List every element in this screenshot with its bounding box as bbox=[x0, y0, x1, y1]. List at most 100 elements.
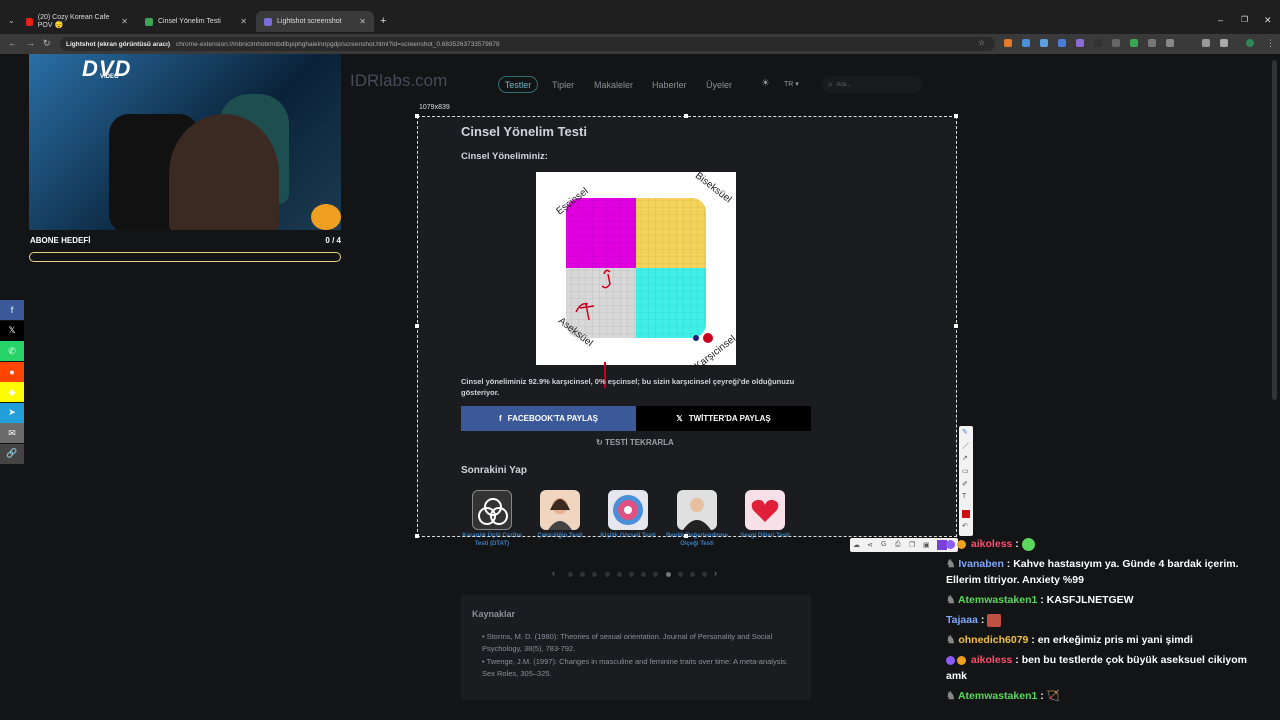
share-icon[interactable]: ⋖ bbox=[867, 541, 873, 549]
chat-username[interactable]: Atemwastaken1 bbox=[958, 594, 1037, 606]
chat-username[interactable]: aikoless bbox=[971, 538, 1012, 550]
chat-username[interactable]: Ivanaben bbox=[958, 558, 1004, 570]
maximize-button[interactable]: ❐ bbox=[1241, 15, 1248, 24]
next-test-label[interactable]: Karanlık Üçlü Cazibe Testi (DTAT) bbox=[457, 532, 527, 548]
email-icon[interactable]: ✉ bbox=[0, 423, 24, 443]
extension-icon[interactable] bbox=[1166, 39, 1174, 47]
carousel-dot[interactable] bbox=[616, 572, 622, 577]
next-test-item[interactable] bbox=[540, 490, 580, 530]
profile-avatar[interactable] bbox=[1246, 39, 1254, 47]
extension-icon[interactable] bbox=[1148, 39, 1156, 47]
facebook-icon[interactable]: f bbox=[0, 300, 24, 320]
whatsapp-icon[interactable]: ✆ bbox=[0, 341, 24, 361]
retake-test-button[interactable]: ↻ TESTİ TEKRARLA bbox=[596, 438, 674, 447]
language-select[interactable]: TR ▾ bbox=[784, 80, 799, 88]
scrollbar[interactable] bbox=[1272, 60, 1277, 400]
selection-handle[interactable] bbox=[415, 534, 419, 538]
next-test-item[interactable] bbox=[745, 490, 785, 530]
chat-username[interactable]: aikoless bbox=[971, 654, 1012, 666]
tab-search-icon[interactable]: ⌄ bbox=[8, 16, 15, 25]
next-test-item[interactable] bbox=[472, 490, 512, 530]
carousel-prev-icon[interactable]: ‹ bbox=[552, 568, 555, 578]
nav-news[interactable]: Haberler bbox=[652, 80, 687, 90]
next-test-label[interactable]: Benlik Değerlendirme Ölçeği Testi bbox=[662, 532, 732, 548]
chat-username[interactable]: Tajaaa bbox=[946, 614, 978, 626]
back-icon[interactable]: ← bbox=[8, 38, 17, 48]
print-icon[interactable]: ⎙ bbox=[895, 541, 901, 549]
rectangle-icon[interactable]: ▭ bbox=[962, 467, 969, 475]
next-test-label[interactable]: Çekiciliğin Testi bbox=[525, 532, 595, 540]
menu-icon[interactable]: ⋮ bbox=[1266, 38, 1275, 49]
carousel-dot[interactable] bbox=[604, 572, 610, 577]
selection-handle[interactable] bbox=[954, 114, 958, 118]
tab-test[interactable]: Cinsel Yönelim Testi ✕ bbox=[137, 11, 255, 32]
theme-toggle-icon[interactable]: ☀ bbox=[761, 78, 770, 89]
carousel-dot[interactable] bbox=[629, 572, 634, 577]
telegram-icon[interactable]: ➤ bbox=[0, 402, 24, 423]
upload-icon[interactable]: ☁ bbox=[853, 541, 860, 549]
extensions-puzzle-icon[interactable] bbox=[1202, 39, 1210, 47]
extension-icon[interactable] bbox=[1076, 39, 1084, 47]
twitter-share-button[interactable]: 𝕏 TWİTTER'DA PAYLAŞ bbox=[636, 406, 811, 431]
selection-handle[interactable] bbox=[684, 534, 688, 538]
close-icon[interactable]: ✕ bbox=[240, 17, 247, 26]
url-input[interactable]: Lightshot (ekran görüntüsü aracı) chrome… bbox=[60, 37, 995, 51]
arrow-icon[interactable]: ↗ bbox=[962, 454, 968, 462]
close-icon[interactable]: ✕ bbox=[359, 17, 366, 26]
extension-icon[interactable] bbox=[1112, 39, 1120, 47]
copy-icon[interactable]: ❐ bbox=[909, 541, 915, 549]
extension-icon[interactable] bbox=[1022, 39, 1030, 47]
marker-icon[interactable]: ✐ bbox=[962, 480, 968, 488]
chat-username[interactable]: Atemwastaken1 bbox=[958, 690, 1037, 702]
new-tab-button[interactable]: + bbox=[380, 15, 386, 27]
downloads-icon[interactable] bbox=[1220, 39, 1228, 47]
next-test-label[interactable]: Kişilik Görseli Testi bbox=[593, 532, 663, 540]
tab-youtube[interactable]: (20) Cozy Korean Cafe POV 😴 ✕ bbox=[18, 11, 136, 32]
line-icon[interactable]: ／ bbox=[962, 441, 969, 451]
carousel-dot[interactable] bbox=[690, 572, 695, 577]
close-window-button[interactable]: ✕ bbox=[1264, 15, 1272, 26]
facebook-share-button[interactable]: f FACEBOOK'TA PAYLAŞ bbox=[461, 406, 636, 431]
bookmark-star-icon[interactable]: ☆ bbox=[978, 38, 985, 47]
nav-tests[interactable]: Testler bbox=[498, 76, 538, 93]
tab-label: (20) Cozy Korean Cafe POV 😴 bbox=[37, 14, 110, 29]
tab-lightshot[interactable]: Lightshot screenshot ✕ bbox=[256, 11, 374, 32]
next-test-item[interactable] bbox=[677, 490, 717, 530]
extension-icon[interactable] bbox=[1040, 39, 1048, 47]
x-icon[interactable]: 𝕏 bbox=[0, 320, 24, 341]
carousel-dot[interactable] bbox=[677, 572, 683, 577]
forward-icon[interactable]: → bbox=[26, 38, 35, 48]
undo-icon[interactable]: ↶ bbox=[962, 522, 968, 530]
snapchat-icon[interactable]: ◆ bbox=[0, 382, 24, 402]
extension-icon[interactable] bbox=[1004, 39, 1012, 47]
carousel-dot[interactable] bbox=[568, 572, 573, 577]
minimize-button[interactable]: – bbox=[1218, 15, 1223, 25]
pen-icon[interactable]: ✎ bbox=[962, 428, 968, 436]
extension-icon[interactable] bbox=[1058, 39, 1066, 47]
nav-members[interactable]: Üyeler bbox=[706, 80, 732, 90]
color-picker[interactable] bbox=[962, 510, 970, 518]
selection-handle[interactable] bbox=[415, 114, 419, 118]
carousel-dot[interactable] bbox=[665, 572, 671, 577]
save-icon[interactable]: ▣ bbox=[923, 541, 930, 549]
extension-icon[interactable] bbox=[1130, 39, 1138, 47]
nav-articles[interactable]: Makaleler bbox=[594, 80, 633, 90]
close-icon[interactable]: ✕ bbox=[121, 17, 128, 26]
reload-icon[interactable]: ↻ bbox=[43, 38, 51, 49]
nav-types[interactable]: Tipler bbox=[552, 80, 574, 90]
chat-username[interactable]: ohnedich6079 bbox=[958, 634, 1028, 646]
carousel-next-icon[interactable]: › bbox=[714, 568, 717, 578]
site-logo[interactable]: IDRlabs.com bbox=[350, 71, 447, 91]
search-input[interactable]: ⌕ Ara... bbox=[822, 76, 922, 93]
google-search-icon[interactable]: G bbox=[881, 541, 886, 548]
next-test-label[interactable]: Sevgi Dilleri Testi bbox=[730, 532, 800, 540]
next-test-item[interactable] bbox=[608, 490, 648, 530]
triquetra-icon bbox=[478, 498, 508, 525]
selection-handle[interactable] bbox=[954, 324, 958, 328]
reddit-icon[interactable]: ● bbox=[0, 361, 24, 382]
selection-handle[interactable] bbox=[415, 324, 419, 328]
selection-handle[interactable] bbox=[684, 114, 688, 118]
text-icon[interactable]: T bbox=[962, 493, 966, 500]
extension-icon[interactable] bbox=[1094, 39, 1102, 47]
link-icon[interactable]: 🔗 bbox=[0, 443, 24, 464]
